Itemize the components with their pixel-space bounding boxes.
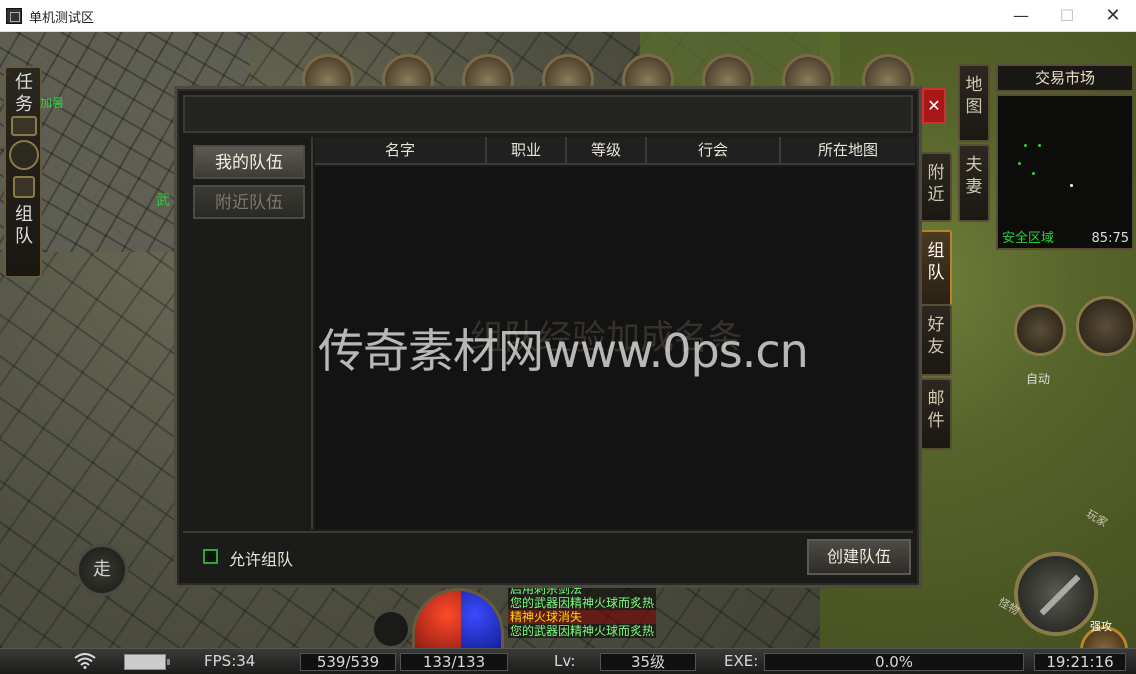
minimap[interactable]: 安全区域 85:75 xyxy=(996,94,1134,250)
map-name: 交易市场 xyxy=(996,64,1134,92)
tab-nearby-teams[interactable]: 附近队伍 xyxy=(193,185,305,219)
column-class: 职业 xyxy=(487,137,567,165)
minimap-npc-dot xyxy=(1032,172,1035,175)
orb-socket xyxy=(372,610,410,648)
maximize-button[interactable]: ☐ xyxy=(1044,0,1090,32)
chat-line: 您的武器因精神火球而炙热 xyxy=(508,596,657,610)
team-tab[interactable]: 组队 xyxy=(13,204,35,248)
status-bar: FPS:34 539/539 133/133 Lv: 35级 EXE: 0.0%… xyxy=(0,648,1136,674)
social-tab-friends[interactable]: 好友 xyxy=(920,304,952,376)
attack-button[interactable] xyxy=(1014,552,1098,636)
create-team-button[interactable]: 创建队伍 xyxy=(807,539,911,575)
column-guild: 行会 xyxy=(647,137,781,165)
fps-readout: FPS:34 xyxy=(204,652,256,670)
team-tabs: 我的队伍 附近队伍 xyxy=(183,137,313,529)
level-readout: 35级 xyxy=(600,653,696,671)
chat-line: 精神火球消失 xyxy=(508,610,657,624)
hp-orb xyxy=(415,591,461,648)
column-level: 等级 xyxy=(567,137,647,165)
watermark: 传奇素材网www.0ps.cn xyxy=(318,324,809,378)
exp-readout: 0.0% xyxy=(874,653,914,671)
allow-team-checkbox[interactable] xyxy=(203,549,218,564)
hp-mp-orb xyxy=(412,588,504,648)
close-dialog-button[interactable]: ✕ xyxy=(922,88,946,124)
hp-readout: 539/539 xyxy=(300,653,396,671)
close-window-button[interactable]: ✕ xyxy=(1090,0,1136,32)
exp-bar: 0.0% xyxy=(764,653,1024,671)
tab-my-team[interactable]: 我的队伍 xyxy=(193,145,305,179)
wifi-icon xyxy=(74,653,96,669)
side-text: 武 xyxy=(156,193,170,209)
strong-attack-label: 强攻 xyxy=(1090,620,1112,633)
social-tab-nearby[interactable]: 附近 xyxy=(920,152,952,222)
column-map: 所在地图 xyxy=(817,141,878,159)
clock: 19:21:16 xyxy=(1034,653,1126,671)
spouse-tab[interactable]: 夫妻 xyxy=(958,144,990,222)
dialog-header xyxy=(183,95,913,133)
window-titlebar: 单机测试区 — ☐ ✕ xyxy=(0,0,1136,32)
table-header: 名字 职业 等级 行会 所在地图 xyxy=(315,137,915,165)
mp-readout: 133/133 xyxy=(400,653,508,671)
chat-log: 启用刺杀剑法 您的武器因精神火球而炙热 精神火球消失 您的武器因精神火球而炙热 xyxy=(508,582,657,638)
walk-button[interactable]: 走 xyxy=(76,544,128,596)
social-tab-team[interactable]: 组队 xyxy=(920,230,952,306)
chat-line: 您的武器因精神火球而炙热 xyxy=(508,624,657,638)
skill-compass-button[interactable] xyxy=(1076,296,1136,356)
coordinates: 85:75 xyxy=(1091,231,1129,246)
allow-team-label[interactable]: 允许组队 xyxy=(229,546,293,570)
mp-orb xyxy=(461,591,501,648)
auto-fight-button[interactable] xyxy=(1014,304,1066,356)
minimap-npc-dot xyxy=(1024,144,1027,147)
minimap-npc-dot xyxy=(1018,162,1021,165)
safe-zone-label: 安全区域 xyxy=(1002,231,1055,246)
window-title: 单机测试区 xyxy=(29,11,95,26)
refresh-icon[interactable] xyxy=(9,140,39,170)
dialog-footer: 允许组队 创建队伍 xyxy=(183,531,913,581)
minimap-player-dot xyxy=(1070,184,1073,187)
quest-scroll-icon[interactable] xyxy=(11,116,37,136)
app-icon xyxy=(6,8,22,24)
buff-text: 加暑 xyxy=(40,96,65,110)
minimap-npc-dot xyxy=(1038,144,1041,147)
exp-label: EXE: xyxy=(724,652,759,670)
auto-label: 自动 xyxy=(1026,372,1051,386)
social-tab-mail[interactable]: 邮件 xyxy=(920,378,952,450)
battery-icon xyxy=(124,654,170,670)
flag-icon[interactable] xyxy=(13,176,35,198)
column-name: 名字 xyxy=(315,137,487,165)
map-tab[interactable]: 地图 xyxy=(958,64,990,142)
quest-tab[interactable]: 任务 xyxy=(13,72,35,116)
left-side-panel: 任务 组队 xyxy=(4,66,42,278)
minimize-button[interactable]: — xyxy=(998,0,1044,32)
level-label: Lv: xyxy=(554,652,576,670)
